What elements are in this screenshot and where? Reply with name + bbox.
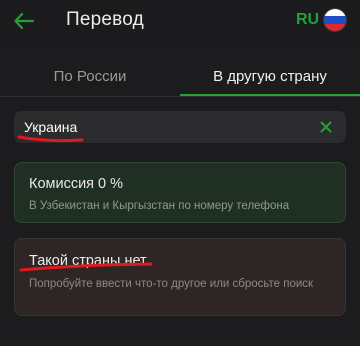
tab-russia[interactable]: По России (0, 56, 180, 96)
promo-text: В Узбекистан и Кыргызстан по номеру теле… (29, 200, 290, 212)
tab-abroad[interactable]: В другую страну (180, 56, 360, 96)
russia-flag-icon[interactable] (323, 8, 347, 32)
back-button[interactable] (10, 8, 38, 34)
tabs-divider (0, 96, 360, 97)
app-header: Перевод RU (0, 0, 360, 44)
clear-search-button[interactable] (318, 119, 334, 135)
close-icon (320, 121, 332, 133)
not-found-hint: Попробуйте ввести что-то другое или сбро… (29, 278, 314, 290)
country-search-input[interactable]: Украина (14, 111, 346, 143)
transfer-tabs: По России В другую страну (0, 56, 360, 98)
not-found-card: Такой страны нет Попробуйте ввести что-т… (14, 238, 346, 316)
active-tab-indicator (180, 94, 360, 96)
not-found-title: Такой страны нет (29, 253, 147, 269)
promo-title: Комиссия 0 % (29, 176, 124, 192)
search-value[interactable]: Украина (24, 119, 77, 135)
promo-card[interactable]: Комиссия 0 % В Узбекистан и Кыргызстан п… (14, 162, 346, 223)
page-title: Перевод (66, 9, 144, 30)
language-selector[interactable]: RU (296, 11, 319, 29)
arrow-left-icon (14, 13, 34, 29)
